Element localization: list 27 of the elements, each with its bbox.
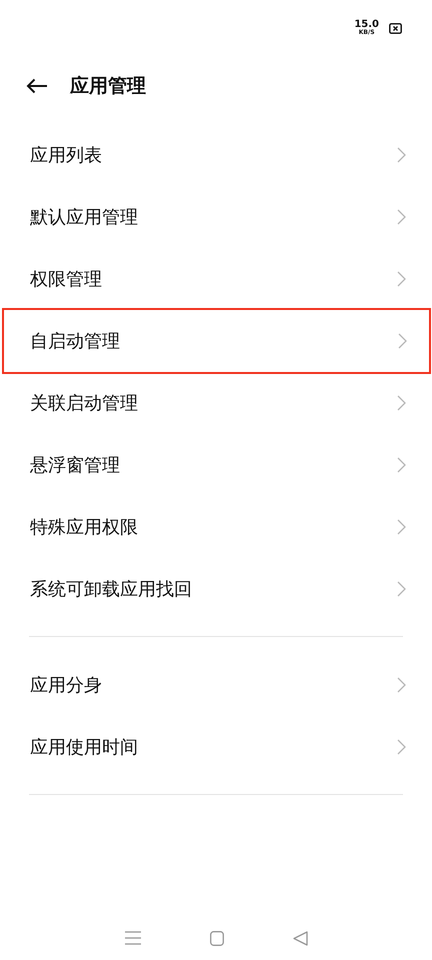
chevron-right-icon: [397, 147, 406, 163]
chevron-right-icon: [397, 209, 406, 225]
menu-item[interactable]: 特殊应用权限: [0, 496, 432, 558]
menu-item[interactable]: 应用列表: [0, 124, 432, 186]
menu-item[interactable]: 系统可卸载应用找回: [0, 558, 432, 620]
sim-x-icon: [389, 22, 402, 34]
chevron-right-icon: [397, 519, 406, 535]
menu-item[interactable]: 默认应用管理: [0, 186, 432, 248]
back-button[interactable]: [26, 78, 48, 94]
chevron-right-icon: [397, 581, 406, 597]
chevron-right-icon: [397, 395, 406, 411]
menu-item[interactable]: 应用使用时间: [0, 716, 432, 778]
menu-item[interactable]: 悬浮窗管理: [0, 434, 432, 496]
chevron-right-icon: [397, 457, 406, 473]
home-icon[interactable]: [210, 931, 224, 946]
chevron-right-icon: [397, 739, 406, 755]
chevron-right-icon: [397, 677, 406, 693]
menu-item[interactable]: 权限管理: [0, 248, 432, 310]
back-triangle-icon[interactable]: [292, 931, 308, 946]
menu-item[interactable]: 关联启动管理: [0, 372, 432, 434]
network-speed: 15.0: [354, 20, 379, 30]
menu-icon[interactable]: [124, 931, 140, 945]
chevron-right-icon: [398, 333, 407, 349]
highlighted-menu-item[interactable]: 自启动管理: [4, 310, 429, 372]
menu-item[interactable]: 应用分身: [0, 654, 432, 716]
page-title: 应用管理: [70, 74, 146, 99]
chevron-right-icon: [397, 271, 406, 287]
